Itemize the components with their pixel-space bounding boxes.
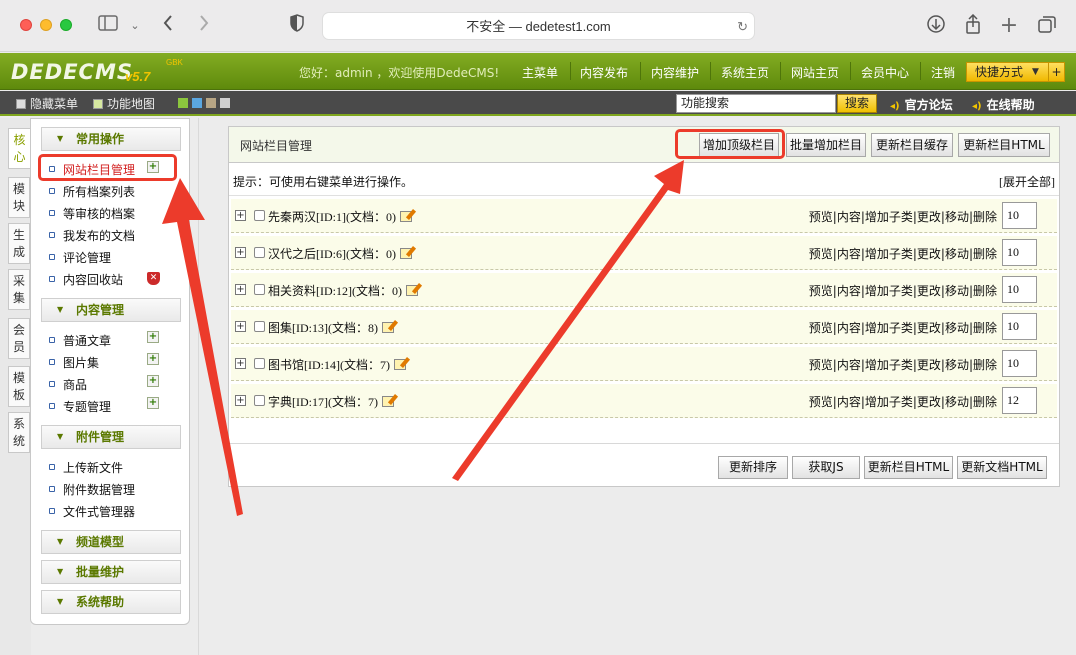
annotation-arrows xyxy=(162,160,684,516)
arrow-to-add-top-button xyxy=(452,160,684,481)
arrow-to-menu-item xyxy=(162,178,243,516)
